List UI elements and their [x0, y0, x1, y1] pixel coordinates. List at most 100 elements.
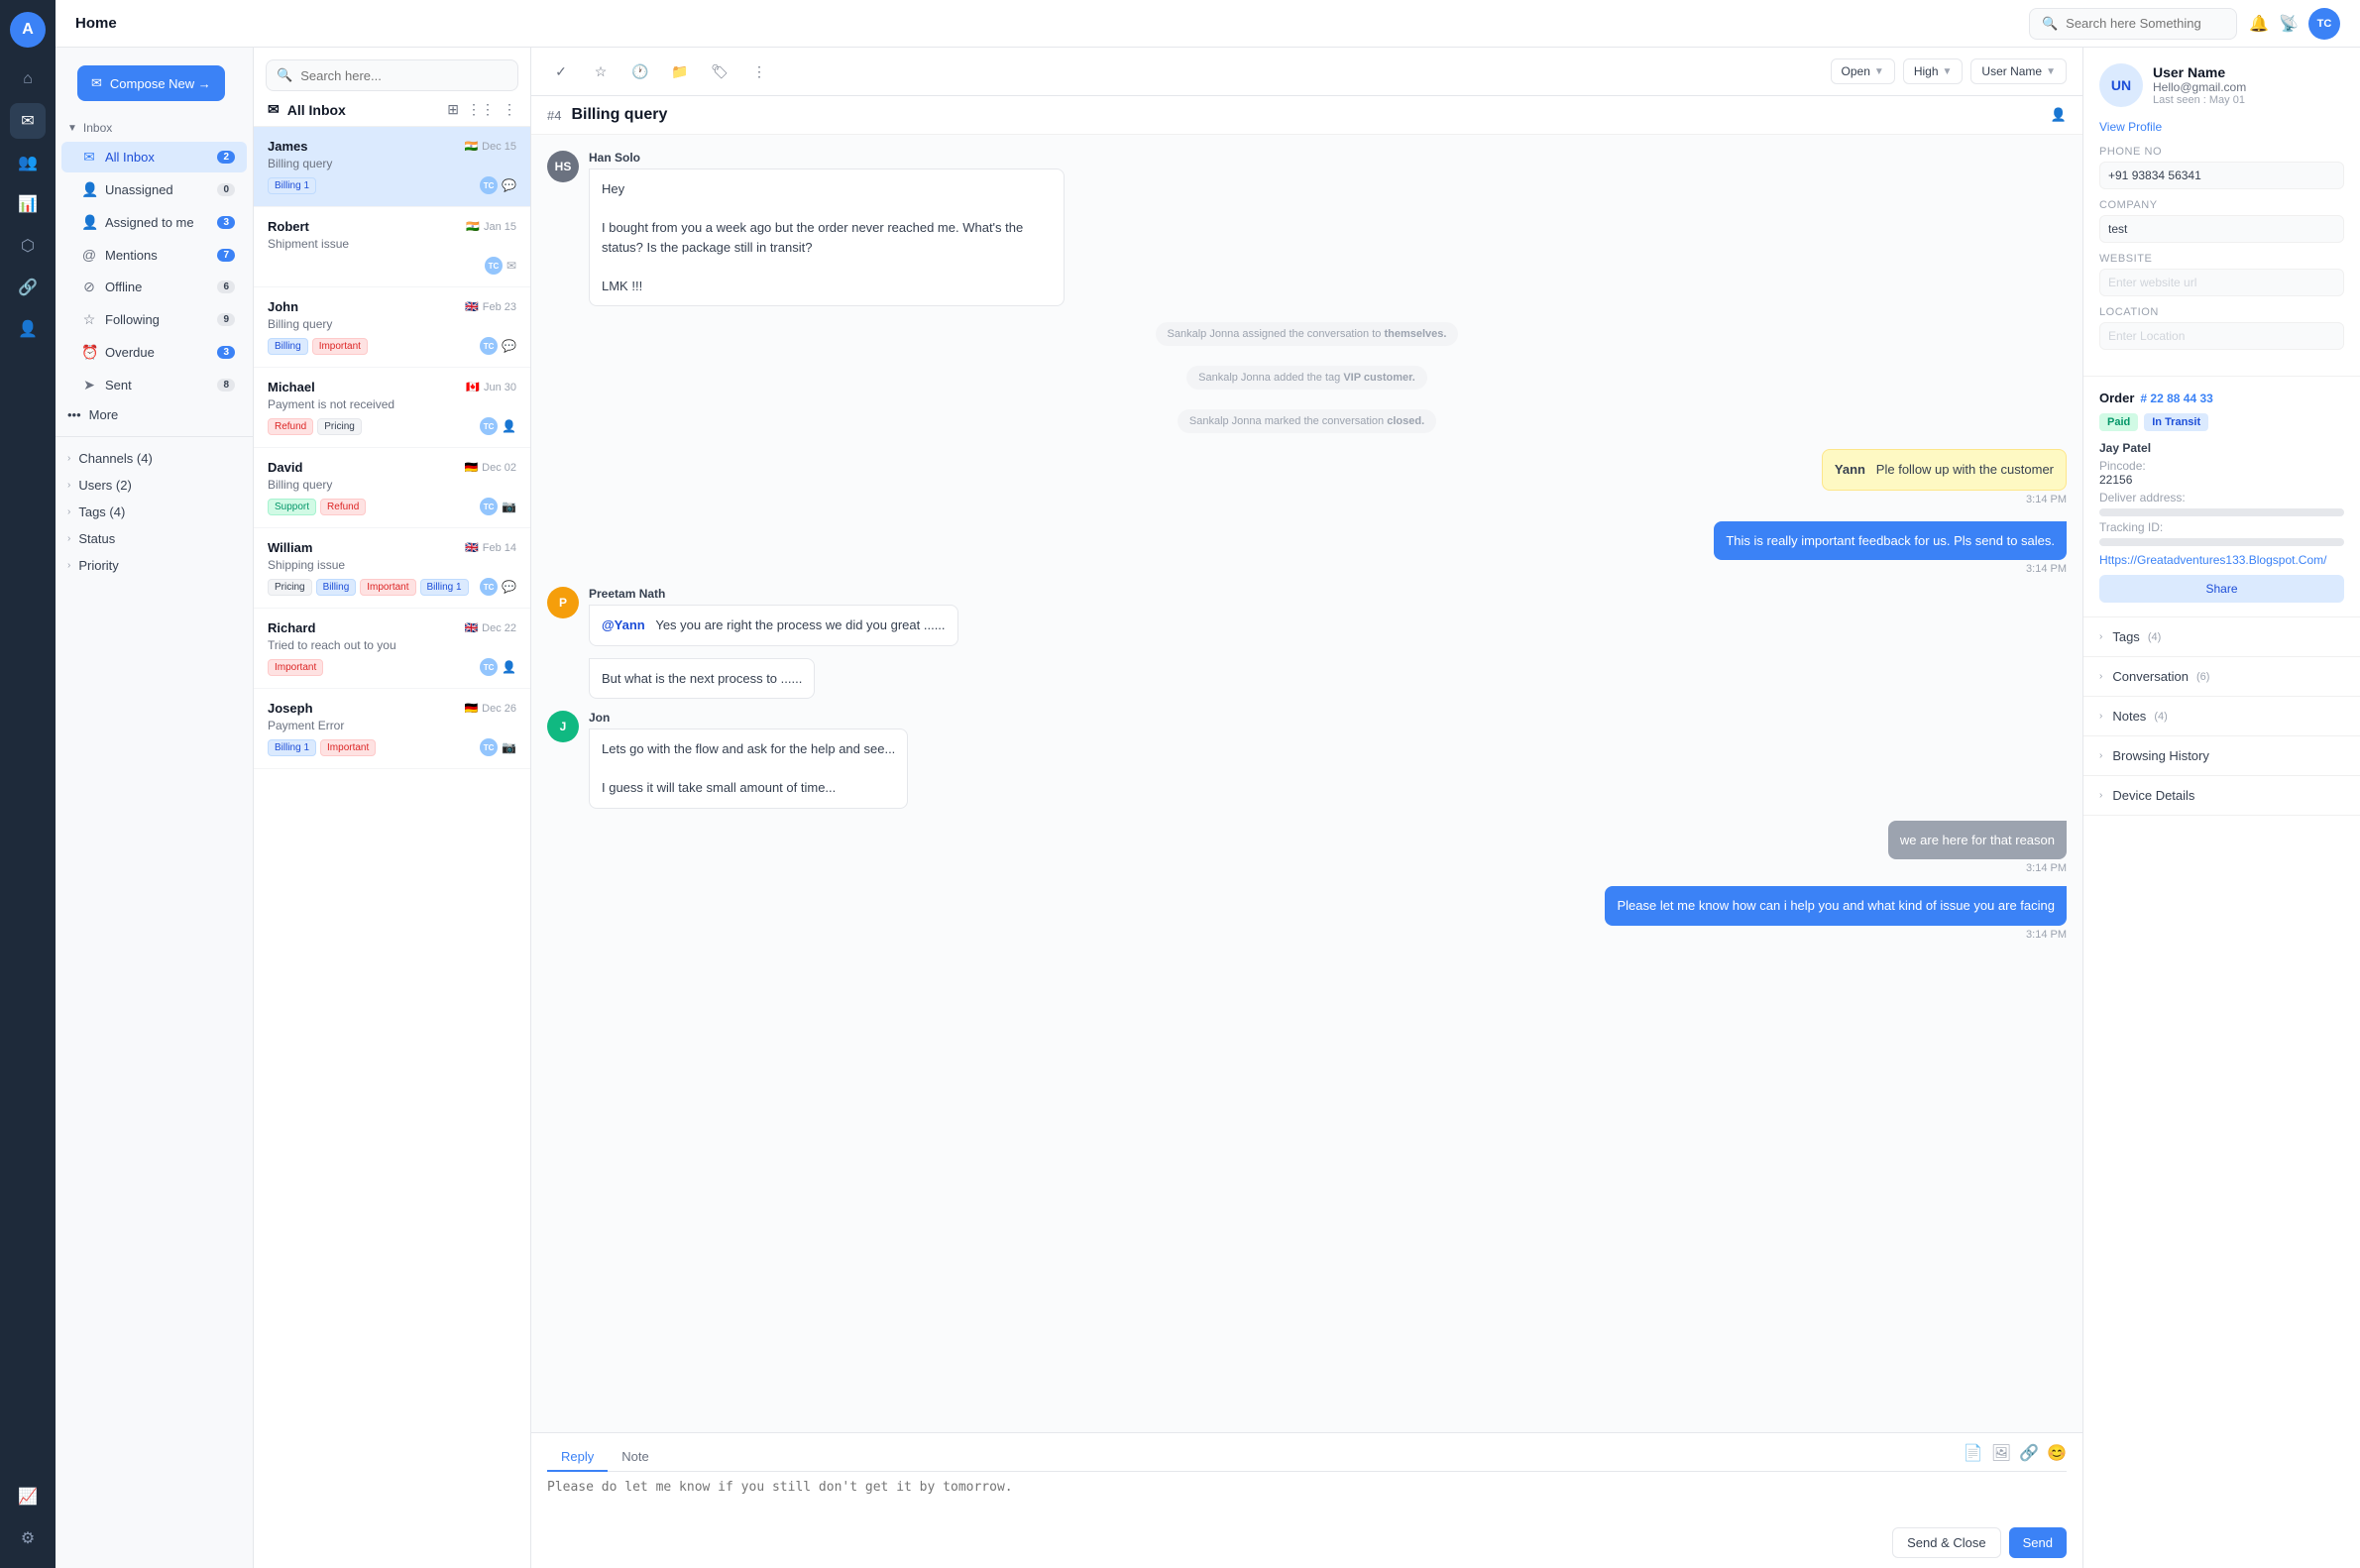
- conv-search-box[interactable]: 🔍: [266, 59, 518, 91]
- sidebar-item-offline[interactable]: ⊘ Offline 6: [61, 272, 247, 302]
- clock-button[interactable]: 🕐: [626, 57, 654, 85]
- check-button[interactable]: ✓: [547, 57, 575, 85]
- more-icon: •••: [67, 407, 81, 422]
- nav-home[interactable]: ⌂: [10, 61, 46, 97]
- notes-header[interactable]: › Notes (4): [2083, 697, 2360, 735]
- message-jon: J Jon Lets go with the flow and ask for …: [547, 711, 2067, 809]
- order-link[interactable]: Https://Greatadventures133.Blogspot.Com/: [2099, 553, 2326, 567]
- reply-textarea[interactable]: [547, 1480, 2067, 1519]
- device-details-chevron-icon: ›: [2099, 790, 2102, 801]
- assignee-dropdown[interactable]: User Name ▼: [1970, 58, 2067, 84]
- sidebar-item-mentions[interactable]: @ Mentions 7: [61, 240, 247, 270]
- conversation-chevron-icon: ›: [2099, 671, 2102, 682]
- conv-item-david[interactable]: David 🇩🇪 Dec 02 Billing query Support Re…: [254, 448, 530, 528]
- priority-arrow: ▼: [1943, 66, 1953, 77]
- nav-integrations[interactable]: ⬡: [10, 228, 46, 264]
- inbox-section-title[interactable]: ▼ Inbox: [56, 115, 253, 141]
- conv-item-richard[interactable]: Richard 🇬🇧 Dec 22 Tried to reach out to …: [254, 609, 530, 689]
- view-icon[interactable]: ⋮⋮: [467, 101, 495, 118]
- nav-inbox[interactable]: ✉: [10, 103, 46, 139]
- tag-button[interactable]: 🏷: [706, 57, 733, 85]
- star-button[interactable]: ☆: [587, 57, 615, 85]
- conv-item-james[interactable]: James 🇮🇳 Dec 15 Billing query Billing 1: [254, 127, 530, 207]
- bubble-outgoing-help: Please let me know how can i help you an…: [1605, 886, 2067, 926]
- sidebar-group-users[interactable]: › Users (2): [56, 472, 253, 499]
- sidebar-item-assigned-to-me[interactable]: 👤 Assigned to me 3: [61, 207, 247, 238]
- nav-reports[interactable]: 📊: [10, 186, 46, 222]
- flag-john: 🇬🇧: [465, 300, 479, 313]
- chat-title-bar: #4 Billing query 👤: [531, 96, 2082, 135]
- bubble-preetam: @Yann Yes you are right the process we d…: [589, 605, 958, 646]
- conv-item-william[interactable]: William 🇬🇧 Feb 14 Shipping issue Pricing…: [254, 528, 530, 609]
- notifications-icon[interactable]: 🔔: [2249, 14, 2269, 34]
- sidebar-more[interactable]: ••• More: [56, 401, 253, 428]
- page-title: Home: [75, 15, 2017, 32]
- nav-users[interactable]: 👤: [10, 311, 46, 347]
- tags-header[interactable]: › Tags (4): [2083, 617, 2360, 656]
- sidebar-item-following[interactable]: ☆ Following 9: [61, 304, 247, 335]
- user-last-seen: Last seen : May 01: [2153, 94, 2246, 106]
- sidebar-group-status[interactable]: › Status: [56, 525, 253, 552]
- app-logo[interactable]: A: [10, 12, 46, 48]
- all-inbox-icon: ✉: [81, 149, 97, 166]
- website-value[interactable]: Enter website url: [2099, 269, 2344, 296]
- sidebar-group-channels[interactable]: › Channels (4): [56, 445, 253, 472]
- filter-icon[interactable]: ⊞: [447, 101, 459, 118]
- share-button[interactable]: Share: [2099, 575, 2344, 603]
- link-icon[interactable]: 🔗: [2019, 1443, 2039, 1467]
- assign-icon[interactable]: 👤: [2051, 107, 2067, 123]
- location-value[interactable]: Enter Location: [2099, 322, 2344, 350]
- offline-icon: ⊘: [81, 279, 97, 295]
- tab-reply[interactable]: Reply: [547, 1443, 608, 1472]
- tracking-id-placeholder: [2099, 538, 2344, 546]
- conv-item-robert[interactable]: Robert 🇮🇳 Jan 15 Shipment issue TC ✉: [254, 207, 530, 287]
- compose-button[interactable]: ✉ Compose New →: [77, 65, 225, 101]
- chat-toolbar: ✓ ☆ 🕐 📁 🏷 ⋮ Open ▼ High: [531, 48, 2082, 96]
- channel-icon-joseph: 📷: [502, 740, 516, 754]
- nav-team[interactable]: 🔗: [10, 270, 46, 305]
- image-icon[interactable]: 🖼: [1991, 1443, 2011, 1467]
- emoji-icon[interactable]: 😊: [2047, 1443, 2067, 1467]
- website-label: Website: [2099, 253, 2344, 265]
- sidebar-item-unassigned[interactable]: 👤 Unassigned 0: [61, 174, 247, 205]
- sidebar-group-tags[interactable]: › Tags (4): [56, 499, 253, 525]
- order-tracking-label: Tracking ID:: [2099, 520, 2344, 534]
- priority-dropdown[interactable]: High ▼: [1903, 58, 1964, 84]
- sidebar-group-priority[interactable]: › Priority: [56, 552, 253, 579]
- more-options-icon[interactable]: ⋮: [503, 101, 516, 118]
- conv-search-input[interactable]: [300, 68, 507, 83]
- folder-button[interactable]: 📁: [666, 57, 694, 85]
- sidebar-item-all-inbox[interactable]: ✉ All Inbox 2: [61, 142, 247, 172]
- conversation-header[interactable]: › Conversation (6): [2083, 657, 2360, 696]
- sidebar-item-sent[interactable]: ➤ Sent 8: [61, 370, 247, 400]
- browsing-history-header[interactable]: › Browsing History: [2083, 736, 2360, 775]
- browsing-history-section: › Browsing History: [2083, 736, 2360, 776]
- deliver-address-placeholder: [2099, 508, 2344, 516]
- attachment-icon[interactable]: 📄: [1964, 1443, 1983, 1467]
- badge-paid: Paid: [2099, 413, 2138, 431]
- nav-contacts[interactable]: 👥: [10, 145, 46, 180]
- user-avatar-header[interactable]: TC: [2308, 8, 2340, 40]
- more-toolbar-button[interactable]: ⋮: [745, 57, 773, 85]
- global-search[interactable]: 🔍: [2029, 8, 2237, 40]
- conv-item-joseph[interactable]: Joseph 🇩🇪 Dec 26 Payment Error Billing 1…: [254, 689, 530, 769]
- feed-icon[interactable]: 📡: [2279, 14, 2299, 34]
- tag-pricing-william: Pricing: [268, 579, 312, 596]
- message-outgoing-sales: This is really important feedback for us…: [547, 521, 2067, 576]
- tab-note[interactable]: Note: [608, 1443, 662, 1472]
- sidebar-item-overdue[interactable]: ⏰ Overdue 3: [61, 337, 247, 368]
- status-dropdown[interactable]: Open ▼: [1831, 58, 1895, 84]
- send-close-button[interactable]: Send & Close: [1892, 1527, 2001, 1558]
- nav-settings[interactable]: ⚙: [10, 1520, 46, 1556]
- avatar-tc-michael: TC: [480, 417, 498, 435]
- nav-analytics[interactable]: 📈: [10, 1479, 46, 1514]
- tag-billing1-william: Billing 1: [420, 579, 469, 596]
- conversation-items: James 🇮🇳 Dec 15 Billing query Billing 1: [254, 127, 530, 1568]
- view-profile-link[interactable]: View Profile: [2099, 120, 2162, 134]
- channel-icon-william: 💬: [502, 580, 516, 594]
- search-input[interactable]: [2066, 16, 2224, 31]
- conv-item-michael[interactable]: Michael 🇨🇦 Jun 30 Payment is not receive…: [254, 368, 530, 448]
- send-button[interactable]: Send: [2009, 1527, 2067, 1558]
- device-details-header[interactable]: › Device Details: [2083, 776, 2360, 815]
- conv-item-john[interactable]: John 🇬🇧 Feb 23 Billing query Billing Imp…: [254, 287, 530, 368]
